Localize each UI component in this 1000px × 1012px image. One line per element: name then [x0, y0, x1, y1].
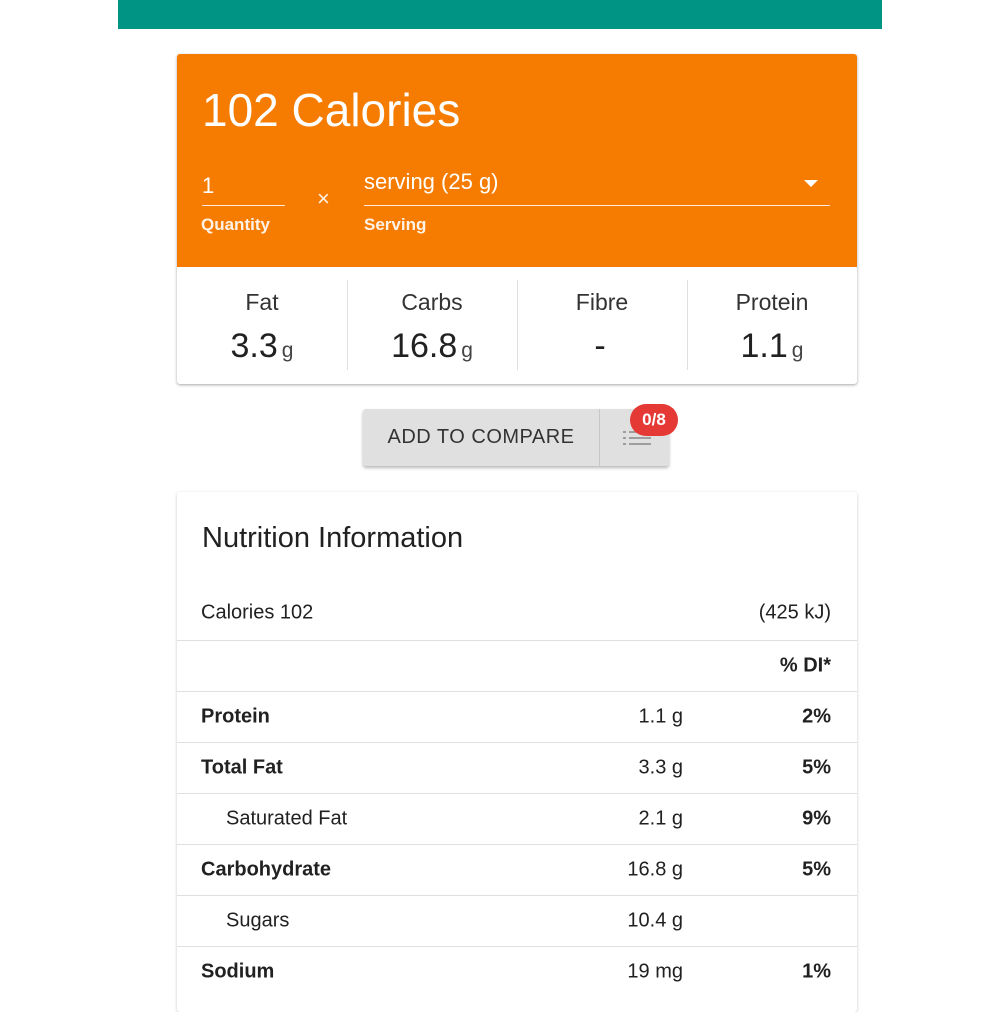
nutrient-name: Total Fat [201, 756, 283, 779]
macro-name: Carbs [401, 289, 463, 315]
table-row: Total Fat 3.3 g 5% [177, 742, 857, 793]
table-row: Saturated Fat 2.1 g 9% [177, 793, 857, 844]
calorie-card: 102 Calories Quantity × serving (25 g) S… [177, 54, 857, 384]
serving-value: serving (25 g) [364, 169, 499, 194]
nutrient-di: 5% [802, 858, 831, 881]
nutrient-name: Sodium [201, 960, 275, 983]
nutrient-di: 1% [802, 960, 831, 983]
nutrient-amount: 3.3 g [638, 756, 683, 779]
nutrient-di: 2% [802, 705, 831, 728]
macro-unit: g [281, 339, 294, 362]
top-app-bar [118, 0, 882, 29]
calories-label: Calories 102 [201, 601, 314, 624]
macro-amount: - [594, 327, 606, 365]
nutrient-amount: 1.1 g [638, 705, 683, 728]
di-header-row: % DI* [177, 640, 857, 691]
nutrition-title: Nutrition Information [202, 522, 464, 554]
macro-value: - [517, 327, 687, 366]
quantity-label: Quantity [201, 215, 270, 234]
nutrient-name: Sugars [226, 909, 290, 932]
di-header: % DI* [779, 654, 831, 677]
macro-amount: 16.8 [391, 327, 458, 365]
nutrient-amount: 10.4 g [627, 909, 683, 932]
macro-fibre: Fibre - [517, 267, 687, 384]
compare-count-badge: 0/8 [630, 404, 678, 436]
macro-name: Protein [735, 289, 809, 315]
macro-protein: Protein 1.1 g [687, 267, 857, 384]
nutrient-di: 5% [802, 756, 831, 779]
serving-label: Serving [364, 215, 427, 234]
table-row: Protein 1.1 g 2% [177, 691, 857, 742]
macro-name: Fat [245, 289, 279, 315]
table-row: Sugars 10.4 g [177, 895, 857, 946]
compare-control: ADD TO COMPARE [363, 409, 669, 466]
calorie-header: 102 Calories Quantity × serving (25 g) S… [177, 54, 857, 267]
macro-amount: 3.3 [230, 327, 278, 365]
nutrient-amount: 19 mg [627, 960, 683, 983]
nutrient-name: Carbohydrate [201, 858, 332, 881]
macro-value: 3.3 g [177, 327, 347, 366]
macro-amount: 1.1 [740, 327, 788, 365]
table-row: Carbohydrate 16.8 g 5% [177, 844, 857, 895]
macro-name: Fibre [575, 289, 629, 315]
table-row: Sodium 19 mg 1% [177, 946, 857, 997]
macro-value: 1.1 g [687, 327, 857, 366]
nutrient-name: Protein [201, 705, 270, 728]
calorie-title: 102 Calories [202, 84, 461, 136]
nutrient-name: Saturated Fat [226, 807, 348, 830]
add-to-compare-button[interactable]: ADD TO COMPARE [363, 409, 600, 466]
macro-unit: g [461, 339, 473, 362]
macro-fat: Fat 3.3 g [177, 267, 347, 384]
serving-select[interactable]: serving (25 g) [364, 167, 830, 206]
macro-value: 16.8 g [347, 327, 517, 366]
nutrient-amount: 2.1 g [638, 807, 683, 830]
calories-row: Calories 102 (425 kJ) [177, 588, 857, 638]
nutrient-di: 9% [802, 807, 831, 830]
macro-carbs: Carbs 16.8 g [347, 267, 517, 384]
nutrition-info-card: Nutrition Information Calories 102 (425 … [177, 492, 857, 1012]
times-icon: × [317, 186, 330, 211]
macro-unit: g [791, 339, 804, 362]
dropdown-arrow-icon [804, 180, 818, 187]
kilojoules-value: (425 kJ) [758, 601, 831, 624]
macros-summary: Fat 3.3 g Carbs 16.8 g Fibre - Protein 1.1… [177, 267, 857, 384]
quantity-input[interactable] [202, 167, 285, 206]
nutrient-amount: 16.8 g [627, 858, 683, 881]
